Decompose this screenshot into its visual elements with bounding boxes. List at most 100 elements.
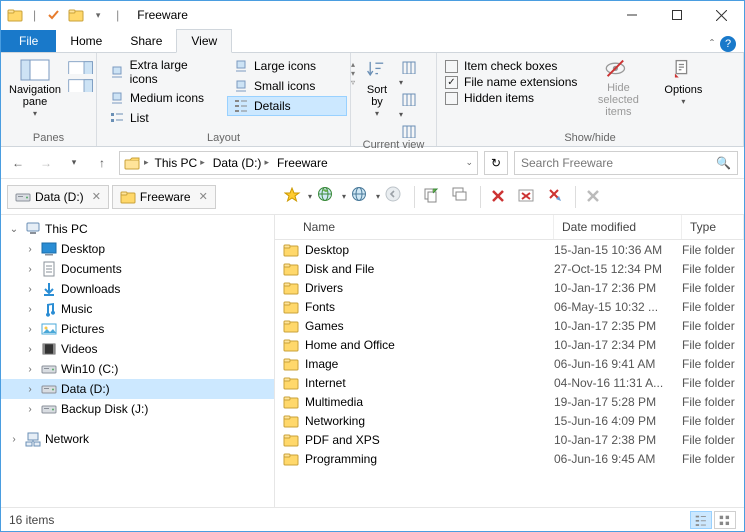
file-rows[interactable]: Desktop15-Jan-15 10:36 AMFile folderDisk… [275,240,744,507]
item-checkboxes-toggle[interactable]: Item check boxes [443,58,579,74]
file-row[interactable]: PDF and XPS10-Jan-17 2:38 PMFile folder [275,430,744,449]
expand-icon[interactable]: › [23,404,37,415]
new-window-button[interactable] [449,184,475,210]
view-mode-icons-button[interactable] [714,511,736,529]
history-dropdown[interactable]: ▾ [342,192,346,201]
view-list[interactable]: List [103,108,223,128]
file-row[interactable]: Internet04-Nov-16 11:31 A...File folder [275,373,744,392]
qat-properties-icon[interactable] [46,7,62,23]
view-large-icons[interactable]: Large icons [227,56,347,76]
close-others-button[interactable] [544,184,570,210]
search-input[interactable]: Search Freeware 🔍 [514,151,738,175]
file-row[interactable]: Networking15-Jun-16 4:09 PMFile folder [275,411,744,430]
tree-item[interactable]: ›Pictures [1,319,274,339]
expand-icon[interactable]: › [23,364,37,375]
close-button[interactable] [699,1,744,29]
tree-item[interactable]: › Documents [1,259,274,279]
tab-view[interactable]: View [176,29,232,53]
size-columns-button[interactable] [401,124,417,138]
search-icon[interactable]: 🔍 [716,156,731,170]
hidden-items-toggle[interactable]: Hidden items [443,90,579,106]
column-headers[interactable]: Name Date modified Type [275,215,744,240]
close-icon[interactable]: ✕ [199,190,208,203]
file-row[interactable]: Home and Office10-Jan-17 2:34 PMFile fol… [275,335,744,354]
nav-up-button[interactable]: ↑ [91,152,113,174]
view-mode-details-button[interactable] [690,511,712,529]
file-row[interactable]: Programming06-Jun-16 9:45 AMFile folder [275,449,744,468]
close-tab-button[interactable] [486,184,512,210]
hide-selected-button[interactable]: Hide selected items [583,56,653,120]
minimize-button[interactable] [609,1,654,29]
location-tab[interactable]: Data (D:)✕ [7,185,109,209]
file-row[interactable]: Multimedia19-Jan-17 5:28 PMFile folder [275,392,744,411]
preview-pane-button[interactable] [67,60,97,74]
tree-item[interactable]: ›Desktop [1,239,274,259]
expand-icon[interactable]: › [23,344,37,355]
qat-newfolder-icon[interactable] [68,7,84,23]
tab-home[interactable]: Home [56,30,116,52]
tree-item[interactable]: ›Network [1,429,274,449]
tree-item[interactable]: ›Music [1,299,274,319]
tree-icon [41,361,57,377]
qat-dropdown-icon[interactable]: ▾ [90,7,106,23]
file-extensions-toggle[interactable]: ✓File name extensions [443,74,579,90]
file-row[interactable]: Games10-Jan-17 2:35 PMFile folder [275,316,744,335]
expand-icon[interactable]: › [23,384,37,395]
column-name[interactable]: Name [275,215,554,239]
expand-icon[interactable]: › [23,244,37,255]
file-row[interactable]: Fonts06-May-15 10:32 ...File folder [275,297,744,316]
expand-icon[interactable]: › [7,434,21,445]
view-medium-icons[interactable]: Medium icons [103,88,223,108]
expand-icon[interactable]: › [23,284,37,295]
options-button[interactable]: Options ▾ [657,56,709,109]
navigation-pane-button[interactable]: Navigation pane ▾ [7,56,63,121]
close-all-tabs-button[interactable] [515,184,541,210]
tab-share[interactable]: Share [116,30,176,52]
nav-tree[interactable]: ⌄This PC›Desktop›Documents›Downloads›Mus… [1,215,275,507]
history-globe-button[interactable] [315,184,341,210]
session-dropdown[interactable]: ▾ [376,192,380,201]
sort-by-button[interactable]: Sort by ▾ [357,56,397,121]
expand-icon[interactable]: › [23,324,37,335]
help-icon[interactable]: ? [720,36,736,52]
details-pane-button[interactable] [67,78,97,92]
view-details[interactable]: Details [227,96,347,116]
file-name: Image [305,357,338,371]
column-type[interactable]: Type [682,215,744,239]
tree-item[interactable]: ›Data (D:) [1,379,274,399]
copy-path-button[interactable] [420,184,446,210]
favorites-button[interactable] [281,184,307,210]
add-columns-button[interactable]: ▾ [401,92,417,120]
file-row[interactable]: Disk and File27-Oct-15 12:34 PMFile fold… [275,259,744,278]
nav-back-button[interactable]: ← [7,152,29,174]
tree-item[interactable]: ›Win10 (C:) [1,359,274,379]
collapse-ribbon-icon[interactable]: ˆ [710,37,714,51]
session-globe-button[interactable] [349,184,375,210]
expand-icon[interactable]: › [23,304,37,315]
view-small-icons[interactable]: Small icons [227,76,347,96]
favorites-dropdown[interactable]: ▾ [308,192,312,201]
column-date[interactable]: Date modified [554,215,682,239]
nav-recent-button[interactable]: ▾ [63,152,85,174]
close-icon[interactable]: ✕ [92,190,101,203]
file-row[interactable]: Image06-Jun-16 9:41 AMFile folder [275,354,744,373]
file-row[interactable]: Drivers10-Jan-17 2:36 PMFile folder [275,278,744,297]
file-row[interactable]: Desktop15-Jan-15 10:36 AMFile folder [275,240,744,259]
expand-icon[interactable]: ⌄ [7,224,21,235]
tree-item[interactable]: ›Videos [1,339,274,359]
refresh-button[interactable]: ↻ [484,151,508,175]
tree-item[interactable]: ⌄This PC [1,219,274,239]
nav-back-circle-button[interactable] [383,184,409,210]
maximize-button[interactable] [654,1,699,29]
expand-icon[interactable]: › [23,264,37,275]
nav-forward-button[interactable]: → [35,152,57,174]
tree-item[interactable]: ›Downloads [1,279,274,299]
view-extra-large-icons[interactable]: Extra large icons [103,56,223,88]
breadcrumb-box[interactable]: ▸ This PC▸ Data (D:)▸ Freeware ⌄ [119,151,478,175]
tree-item[interactable]: ›Backup Disk (J:) [1,399,274,419]
tab-file[interactable]: File [1,30,56,52]
tree-label: Documents [61,262,122,276]
location-tab[interactable]: Freeware✕ [112,185,216,209]
breadcrumb-dropdown-icon[interactable]: ⌄ [465,157,473,168]
group-by-button[interactable]: ▾ [401,60,417,88]
